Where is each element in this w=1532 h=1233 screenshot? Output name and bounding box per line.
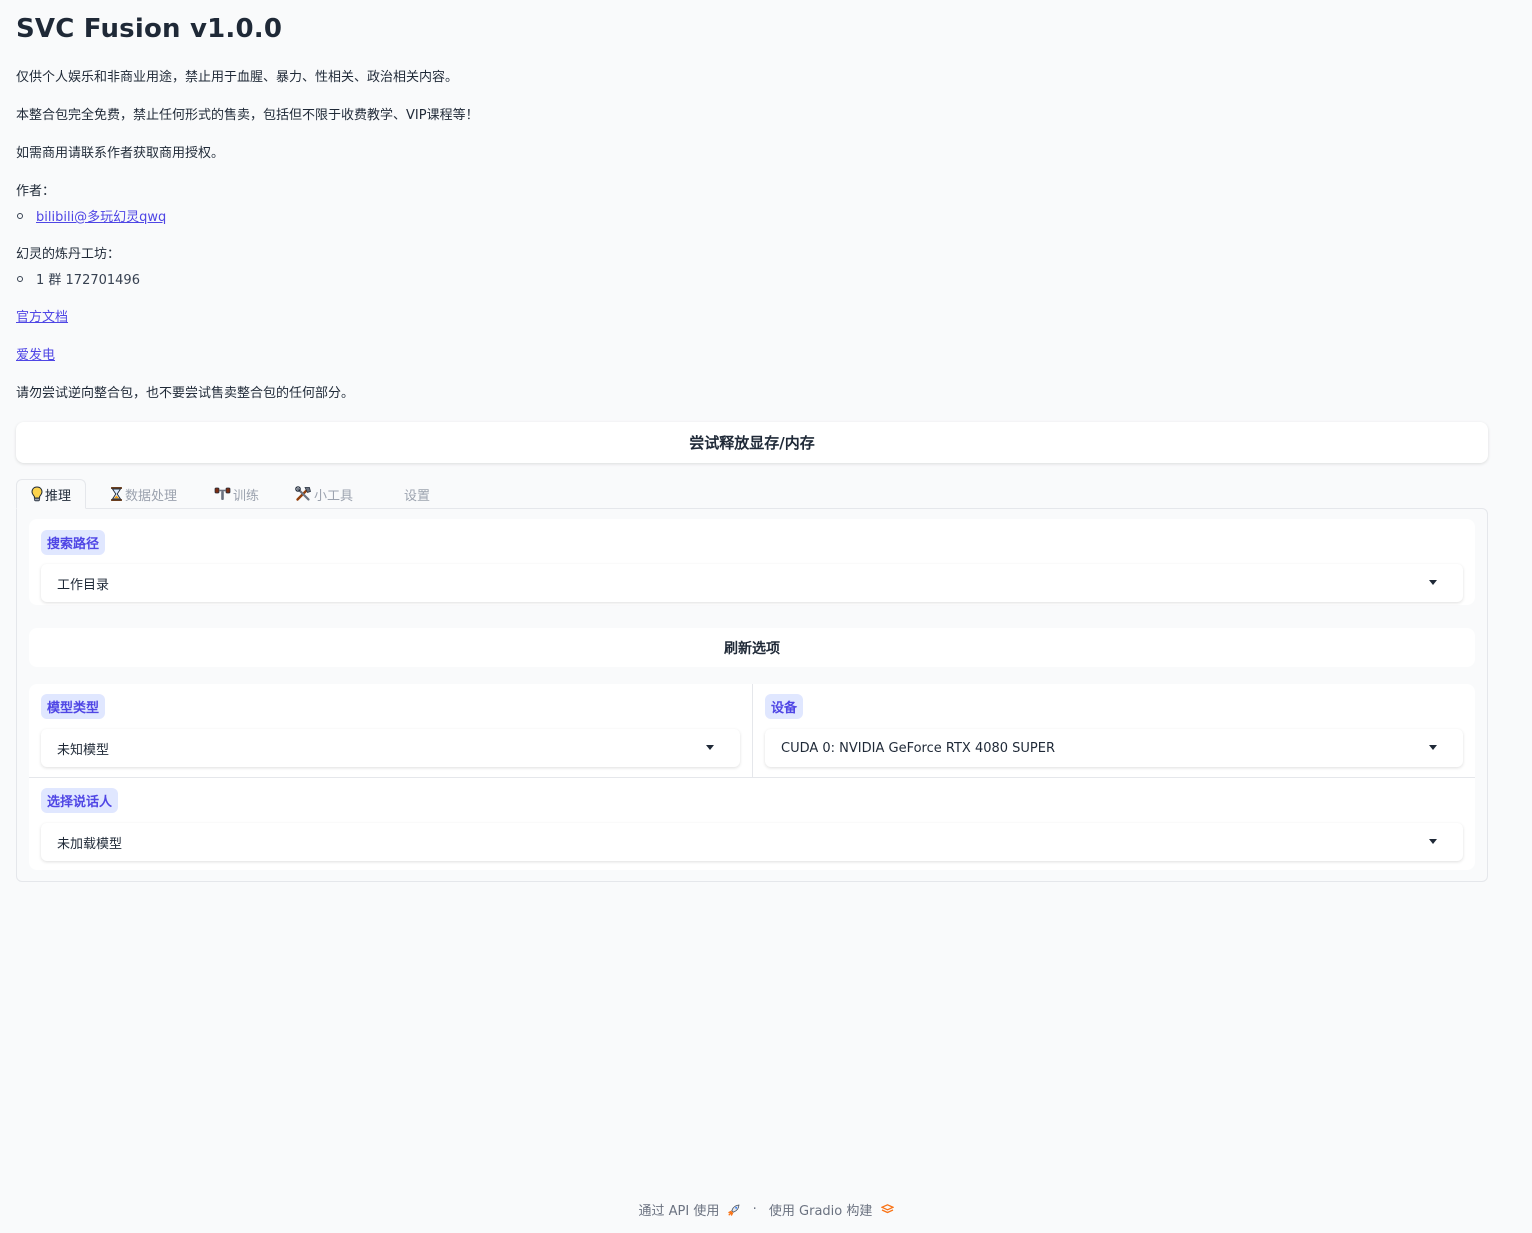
search-path-dropdown[interactable]: 工作目录 xyxy=(41,564,1463,602)
author-link[interactable]: bilibili@多玩幻灵qwq xyxy=(36,210,166,225)
bullet-icon xyxy=(17,212,23,219)
warning-text: 请勿尝试逆向整合包，也不要尝试售卖整合包的任何部分。 xyxy=(16,386,355,401)
column-divider xyxy=(752,684,753,777)
group-list-item: 1 群 172701496 xyxy=(16,269,140,288)
tab-inference[interactable]: 推理 xyxy=(16,479,87,509)
tab-settings[interactable]: 设置 xyxy=(402,479,432,509)
group-number: 1 群 172701496 xyxy=(36,273,140,288)
docs-link[interactable]: 官方文档 xyxy=(16,310,68,325)
hourglass-icon xyxy=(110,486,123,502)
model-type-label: 模型类型 xyxy=(41,694,106,719)
dropdown-value: 未加载模型 xyxy=(57,836,123,852)
author-label: 作者： xyxy=(16,184,56,199)
dropdown-value: CUDA 0: NVIDIA GeForce RTX 4080 SUPER xyxy=(781,740,1056,756)
chevron-down-icon xyxy=(1429,839,1437,844)
tab-label: 推理 xyxy=(45,488,72,504)
gradio-link[interactable]: 使用 Gradio 构建 xyxy=(769,1204,872,1219)
model-type-dropdown[interactable]: 未知模型 xyxy=(41,729,740,767)
group-label: 幻灵的炼丹工坊： xyxy=(16,247,121,262)
search-path-label: 搜索路径 xyxy=(41,530,106,555)
tab-label: 训练 xyxy=(233,488,260,504)
tab-data-processing[interactable]: 数据处理 xyxy=(108,479,179,509)
refresh-options-button[interactable]: 刷新选项 xyxy=(29,628,1475,667)
tab-bar: 推理 数据处理 训练 小工具 设置 xyxy=(16,479,1488,509)
disclaimer-line-3: 如需商用请联系作者获取商用授权。 xyxy=(16,146,225,161)
speaker-label: 选择说话人 xyxy=(41,788,119,813)
inference-panel: 搜索路径 工作目录 刷新选项 模型类型 未知模型 设备 CUDA 0: NVID… xyxy=(16,508,1488,882)
disclaimer-line-2: 本整合包完全免费，禁止任何形式的售卖，包括但不限于收费教学、VIP课程等！ xyxy=(16,108,479,123)
tools-icon xyxy=(295,486,312,502)
rocket-icon xyxy=(728,1204,740,1216)
model-settings-block: 模型类型 未知模型 设备 CUDA 0: NVIDIA GeForce RTX … xyxy=(29,684,1475,870)
speaker-dropdown[interactable]: 未加载模型 xyxy=(41,823,1463,861)
gradio-logo-icon xyxy=(880,1204,894,1215)
device-label: 设备 xyxy=(765,694,804,719)
footer: 通过 API 使用 · 使用 Gradio 构建 xyxy=(0,1200,1532,1219)
tab-label: 设置 xyxy=(404,488,431,504)
dropdown-value: 未知模型 xyxy=(57,742,110,758)
chevron-down-icon xyxy=(1429,745,1437,750)
footer-separator: · xyxy=(752,1202,757,1217)
chevron-down-icon xyxy=(706,745,714,750)
search-path-block: 搜索路径 工作目录 xyxy=(29,519,1475,605)
free-memory-button[interactable]: 尝试释放显存/内存 xyxy=(16,422,1488,463)
author-list-item: bilibili@多玩幻灵qwq xyxy=(16,206,166,225)
tab-label: 数据处理 xyxy=(125,488,178,504)
bullet-icon xyxy=(17,275,23,282)
lightbulb-icon xyxy=(31,486,43,502)
api-link[interactable]: 通过 API 使用 xyxy=(638,1204,719,1219)
page-title: SVC Fusion v1.0.0 xyxy=(16,14,283,44)
tab-training[interactable]: 训练 xyxy=(212,479,261,509)
tab-tools[interactable]: 小工具 xyxy=(293,479,355,509)
afdian-link[interactable]: 爱发电 xyxy=(16,348,55,363)
tab-label: 小工具 xyxy=(314,488,354,504)
disclaimer-line-1: 仅供个人娱乐和非商业用途，禁止用于血腥、暴力、性相关、政治相关内容。 xyxy=(16,70,459,85)
chevron-down-icon xyxy=(1429,580,1437,585)
device-dropdown[interactable]: CUDA 0: NVIDIA GeForce RTX 4080 SUPER xyxy=(765,729,1463,767)
dumbbell-icon xyxy=(214,486,231,502)
row-divider xyxy=(29,777,1475,778)
dropdown-value: 工作目录 xyxy=(57,577,110,593)
